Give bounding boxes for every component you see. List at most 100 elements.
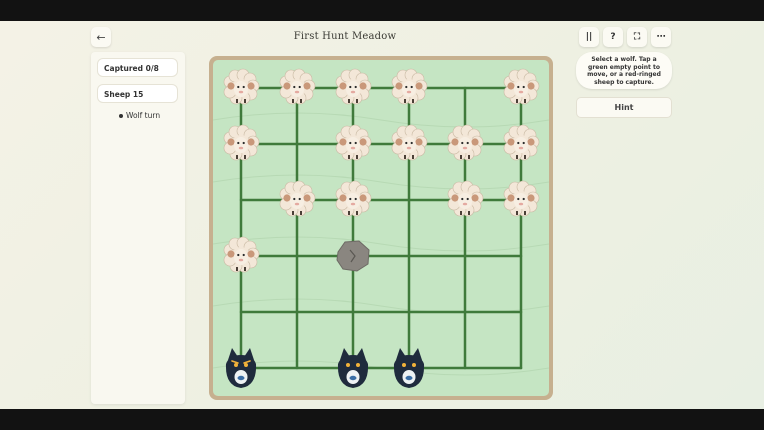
sheep-piece[interactable] xyxy=(503,124,540,161)
sheep-piece[interactable] xyxy=(279,180,316,217)
sheep-eye-left xyxy=(461,141,464,145)
sheep-piece[interactable] xyxy=(391,124,428,161)
sheep-eye-left xyxy=(517,141,520,145)
sheep-horn-right xyxy=(359,82,367,90)
sheep-face xyxy=(402,81,416,97)
sheep-piece[interactable] xyxy=(223,124,260,161)
sheep-horn-right xyxy=(303,194,311,202)
sheep-nose xyxy=(350,90,356,94)
sheep-face xyxy=(234,81,248,97)
sheep-leg-right xyxy=(524,211,526,215)
sheep-face xyxy=(514,137,528,153)
pause-button[interactable]: || xyxy=(579,27,599,47)
sheep-horn-left xyxy=(339,194,347,202)
sheep-horn-left xyxy=(507,82,515,90)
sheep-eye-left xyxy=(293,85,296,89)
help-icon: ? xyxy=(610,32,616,42)
sheep-piece[interactable] xyxy=(223,236,260,273)
sheep-horn-right xyxy=(247,138,255,146)
sheep-leg-right xyxy=(244,155,246,159)
sheep-leg-left xyxy=(348,99,350,103)
sheep-leg-left xyxy=(404,155,406,159)
sheep-eye-right xyxy=(522,141,525,145)
sheep-leg-right xyxy=(356,211,358,215)
sheep-eye-left xyxy=(237,85,240,89)
sheep-piece[interactable] xyxy=(223,68,260,105)
sheep-nose xyxy=(238,146,244,150)
sheep-face xyxy=(234,137,248,153)
sheep-eye-right xyxy=(354,197,357,201)
sheep-horn-right xyxy=(471,138,479,146)
sheep-horn-right xyxy=(247,82,255,90)
sheep-nose xyxy=(350,146,356,150)
sheep-leg-right xyxy=(300,211,302,215)
instruction-bubble: Select a wolf. Tap a green empty point t… xyxy=(576,52,672,89)
sheep-horn-left xyxy=(227,82,235,90)
sheep-leg-left xyxy=(348,211,350,215)
sheep-eye-right xyxy=(522,85,525,89)
sheep-piece[interactable] xyxy=(335,180,372,217)
sheep-leg-right xyxy=(244,99,246,103)
sheep-leg-right xyxy=(412,99,414,103)
sheep-eye-right xyxy=(242,253,245,257)
sheep-leg-left xyxy=(292,99,294,103)
sheep-piece[interactable] xyxy=(503,180,540,217)
sheep-leg-right xyxy=(356,155,358,159)
meadow-wave xyxy=(213,174,549,190)
hint-button[interactable]: Hint xyxy=(576,97,672,118)
sheep-horn-left xyxy=(227,138,235,146)
fullscreen-button[interactable]: ⛶ xyxy=(627,27,647,47)
wolf-eye-left xyxy=(402,363,406,367)
sheep-horn-right xyxy=(303,82,311,90)
sheep-leg-right xyxy=(412,155,414,159)
sheep-eye-left xyxy=(405,141,408,145)
sheep-eye-right xyxy=(242,141,245,145)
sheep-eye-left xyxy=(517,197,520,201)
sheep-piece[interactable] xyxy=(503,68,540,105)
sheep-nose xyxy=(238,258,244,262)
sheep-nose xyxy=(294,202,300,206)
sheep-face xyxy=(514,193,528,209)
sheep-horn-right xyxy=(415,138,423,146)
sheep-nose xyxy=(406,146,412,150)
sheep-face xyxy=(346,137,360,153)
sheep-leg-right xyxy=(244,267,246,271)
sheep-horn-left xyxy=(451,194,459,202)
help-button[interactable]: ? xyxy=(603,27,623,47)
back-button[interactable]: ← xyxy=(91,27,111,47)
sheep-horn-left xyxy=(227,250,235,258)
sheep-leg-right xyxy=(356,99,358,103)
sheep-piece[interactable] xyxy=(279,68,316,105)
back-arrow-icon: ← xyxy=(96,30,106,44)
letterbox-bottom xyxy=(0,409,764,430)
captured-counter: Captured 0/8 xyxy=(97,58,178,77)
sheep-horn-left xyxy=(283,194,291,202)
sheep-horn-right xyxy=(527,82,535,90)
board-frame xyxy=(209,56,553,400)
sheep-piece[interactable] xyxy=(447,180,484,217)
sheep-horn-left xyxy=(339,138,347,146)
sheep-piece[interactable] xyxy=(391,68,428,105)
sheep-piece[interactable] xyxy=(335,124,372,161)
sheep-face xyxy=(402,137,416,153)
sheep-horn-left xyxy=(507,194,515,202)
more-button[interactable]: ⋯ xyxy=(651,27,671,47)
sheep-nose xyxy=(518,90,524,94)
sheep-leg-left xyxy=(516,211,518,215)
sheep-eye-left xyxy=(349,197,352,201)
sheep-face xyxy=(458,137,472,153)
sheep-eye-right xyxy=(410,141,413,145)
sheep-eye-right xyxy=(298,197,301,201)
sheep-horn-right xyxy=(247,250,255,258)
game-board[interactable] xyxy=(213,60,549,396)
sheep-nose xyxy=(518,146,524,150)
sheep-eye-left xyxy=(405,85,408,89)
sheep-piece[interactable] xyxy=(447,124,484,161)
sheep-leg-left xyxy=(404,99,406,103)
sheep-piece[interactable] xyxy=(335,68,372,105)
sheep-eye-left xyxy=(237,141,240,145)
turn-indicator: Wolf turn xyxy=(119,111,160,120)
sheep-leg-left xyxy=(236,267,238,271)
sheep-leg-right xyxy=(524,155,526,159)
sheep-horn-left xyxy=(283,82,291,90)
